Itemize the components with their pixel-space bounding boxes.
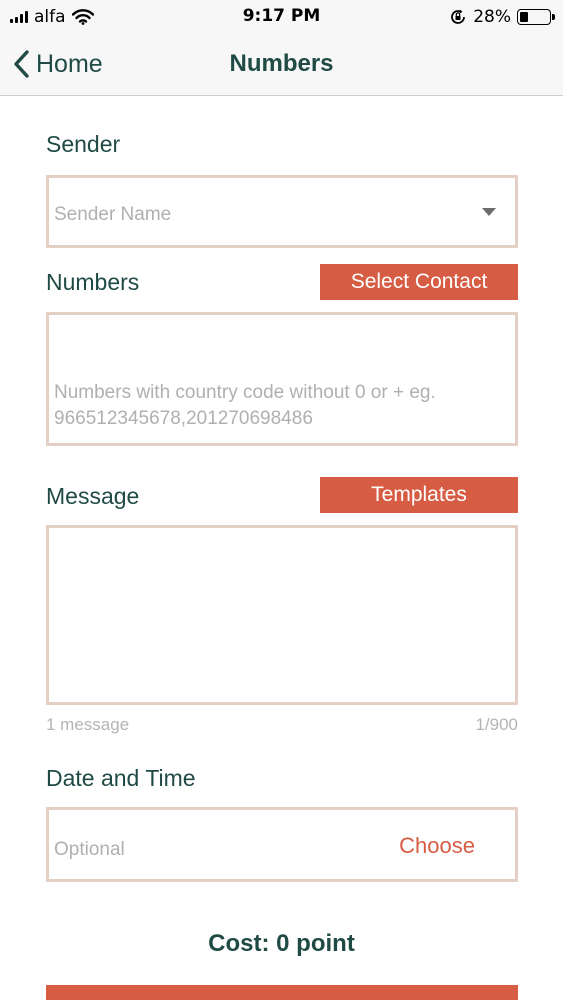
send-button[interactable] xyxy=(46,985,518,1000)
orientation-lock-icon xyxy=(451,9,466,24)
message-count: 1 message xyxy=(46,715,130,734)
sender-dropdown[interactable]: Sender Name xyxy=(46,175,518,248)
dropdown-caret-icon xyxy=(482,208,496,216)
datetime-field[interactable]: Optional Choose xyxy=(46,807,518,882)
battery-level xyxy=(520,12,528,22)
status-right: 28% xyxy=(449,6,555,28)
datetime-placeholder: Optional xyxy=(54,839,125,860)
message-textarea[interactable] xyxy=(46,525,518,705)
numbers-label: Numbers xyxy=(46,269,140,295)
numbers-placeholder-line1: Numbers with country code without 0 or +… xyxy=(54,382,436,403)
numbers-input[interactable]: Numbers with country code without 0 or +… xyxy=(46,312,518,446)
battery-percent: 28% xyxy=(473,7,511,27)
sender-label: Sender xyxy=(46,131,121,157)
battery-icon xyxy=(517,9,555,25)
char-counter: 1/900 xyxy=(475,715,518,734)
status-bar: alfa 9:17 PM 28% xyxy=(0,0,563,34)
datetime-label: Date and Time xyxy=(46,765,196,791)
cost-label: Cost: 0 point xyxy=(208,930,355,957)
navigation-bar: Home Numbers xyxy=(0,34,563,96)
select-contact-button[interactable]: Select Contact xyxy=(320,264,518,300)
templates-button[interactable]: Templates xyxy=(320,477,518,513)
sender-placeholder: Sender Name xyxy=(54,204,172,225)
message-label: Message xyxy=(46,483,140,509)
choose-button[interactable]: Choose xyxy=(399,833,475,859)
numbers-placeholder-line2: 966512345678,201270698486 xyxy=(54,408,313,429)
page-title: Numbers xyxy=(229,50,334,77)
